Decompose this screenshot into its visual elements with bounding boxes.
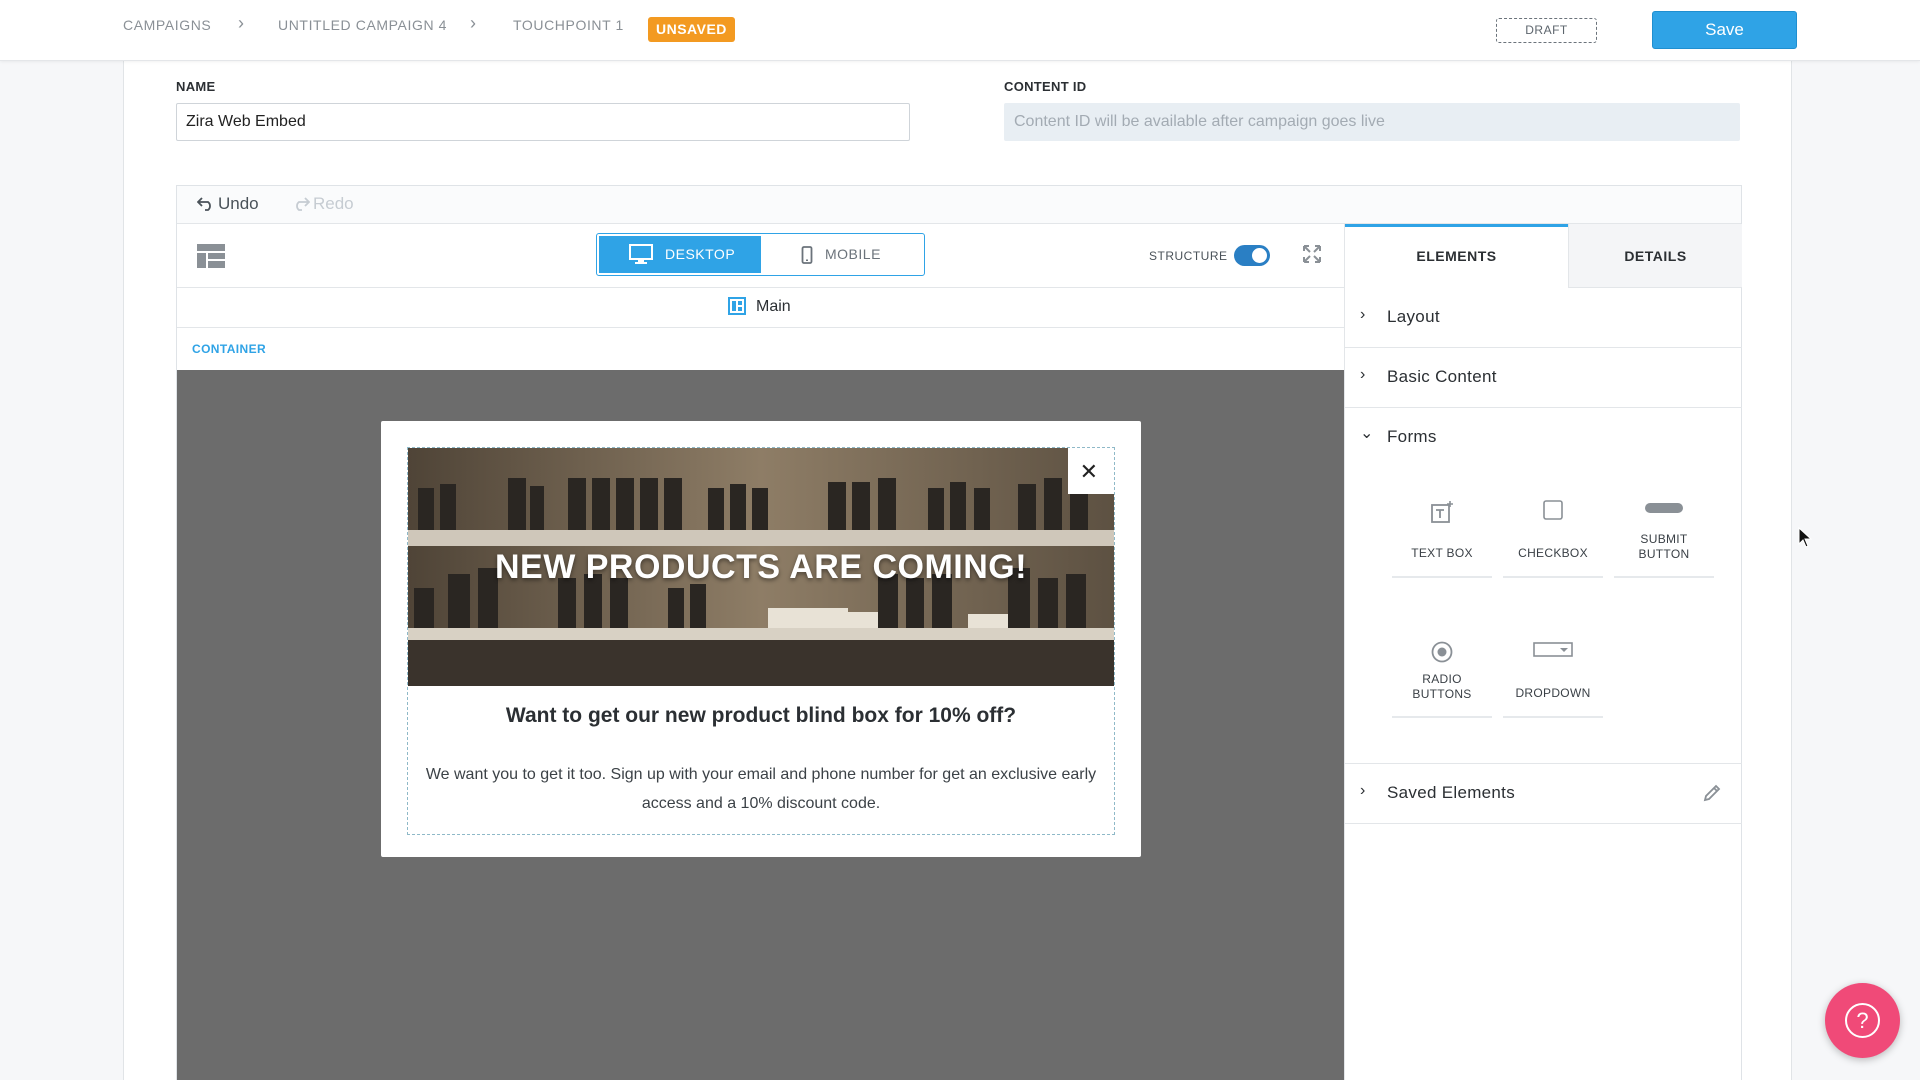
pencil-icon[interactable] <box>1702 783 1722 803</box>
redo-button[interactable]: Redo <box>292 194 354 214</box>
hero-title: NEW PRODUCTS ARE COMING! <box>494 548 1028 586</box>
tile-label: BUTTONS <box>1412 687 1472 701</box>
forms-elements: TEXT BOX CHECKBOX SUBMIT BUTTON RADIO BU… <box>1345 468 1742 764</box>
help-button[interactable]: ? <box>1825 983 1900 1058</box>
section-row[interactable]: Main <box>177 288 1344 328</box>
close-button[interactable]: ✕ <box>1068 448 1114 494</box>
text-box-icon <box>1431 501 1453 523</box>
tab-details[interactable]: DETAILS <box>1568 224 1742 288</box>
redo-icon <box>296 197 311 211</box>
section-label: Main <box>756 298 791 315</box>
dropdown-icon <box>1533 642 1573 657</box>
accordion-saved-elements[interactable]: › Saved Elements <box>1345 764 1742 824</box>
name-label: NAME <box>176 79 216 94</box>
content-editor: Undo Redo DESKTOP MOBILE STRUCTURE Main … <box>176 185 1742 1080</box>
chevron-right-icon: › <box>1360 366 1366 383</box>
structure-label: STRUCTURE <box>1149 249 1228 263</box>
desktop-view-button[interactable]: DESKTOP <box>599 236 761 273</box>
breadcrumb-campaign[interactable]: UNTITLED CAMPAIGN 4 <box>278 17 447 33</box>
chevron-right-icon: › <box>1360 306 1366 323</box>
content-id-field: Content ID will be available after campa… <box>1004 103 1740 141</box>
content-id-label: CONTENT ID <box>1004 79 1087 94</box>
save-button[interactable]: Save <box>1652 11 1797 49</box>
popup-preview[interactable]: NEW PRODUCTS ARE COMING! ✕ Want to get o… <box>381 421 1141 857</box>
chevron-right-icon: › <box>1360 782 1366 799</box>
accordion-label: Layout <box>1387 307 1440 326</box>
submit-button-icon <box>1645 503 1683 513</box>
section-layout-icon <box>728 297 746 315</box>
view-mode-toggle: DESKTOP MOBILE <box>596 233 925 276</box>
chevron-right-icon: › <box>470 13 476 33</box>
chevron-down-icon: ⌄ <box>1360 425 1374 442</box>
popup-headline: Want to get our new product blind box fo… <box>505 704 1017 727</box>
accordion-layout[interactable]: › Layout <box>1345 288 1742 348</box>
accordion-basic-content[interactable]: › Basic Content <box>1345 348 1742 408</box>
desktop-icon <box>629 244 653 264</box>
element-checkbox[interactable]: CHECKBOX <box>1503 478 1603 578</box>
radio-icon <box>1431 641 1453 663</box>
preview-stage: NEW PRODUCTS ARE COMING! ✕ Want to get o… <box>177 370 1344 1080</box>
layout-grid-icon[interactable] <box>197 244 225 268</box>
toggle-knob <box>1252 248 1267 263</box>
tile-label: DROPDOWN <box>1515 686 1591 700</box>
tile-label: TEXT BOX <box>1411 546 1473 560</box>
tile-label: RADIO <box>1422 672 1462 686</box>
chevron-right-icon: › <box>238 13 244 33</box>
name-input[interactable]: Zira Web Embed <box>176 103 910 141</box>
accordion-forms[interactable]: ⌄ Forms <box>1345 408 1742 468</box>
container-label: CONTAINER <box>192 342 267 356</box>
element-submit-button[interactable]: SUBMIT BUTTON <box>1614 478 1714 578</box>
breadcrumb-touchpoint: TOUCHPOINT 1 <box>513 17 624 33</box>
element-radio-buttons[interactable]: RADIO BUTTONS <box>1392 618 1492 718</box>
element-text-box[interactable]: TEXT BOX <box>1392 478 1492 578</box>
structure-toggle[interactable] <box>1234 245 1270 266</box>
breadcrumb-campaigns[interactable]: CAMPAIGNS <box>123 17 211 33</box>
canvas-toolbar: DESKTOP MOBILE STRUCTURE <box>177 224 1344 288</box>
mobile-view-button[interactable]: MOBILE <box>761 236 922 273</box>
help-icon: ? <box>1845 1003 1880 1038</box>
draft-status[interactable]: DRAFT <box>1496 18 1597 43</box>
undo-icon <box>196 197 211 211</box>
unsaved-badge: UNSAVED <box>648 17 735 42</box>
tile-label: BUTTON <box>1638 547 1690 561</box>
hero-image[interactable]: NEW PRODUCTS ARE COMING! ✕ <box>408 448 1114 686</box>
accordion-label: Forms <box>1387 427 1437 446</box>
accordion-label: Basic Content <box>1387 367 1497 386</box>
popup-body: We want you to get it too. Sign up with … <box>425 766 1097 812</box>
mobile-label: MOBILE <box>825 246 881 262</box>
tab-elements[interactable]: ELEMENTS <box>1345 224 1568 288</box>
container-row[interactable]: CONTAINER <box>177 328 1344 370</box>
elements-panel: ELEMENTS DETAILS › Layout › Basic Conten… <box>1344 224 1742 1080</box>
close-icon: ✕ <box>1079 459 1098 484</box>
element-dropdown[interactable]: DROPDOWN <box>1503 618 1603 718</box>
top-bar: CAMPAIGNS › UNTITLED CAMPAIGN 4 › TOUCHP… <box>0 0 1920 61</box>
canvas-area: DESKTOP MOBILE STRUCTURE Main CONTAINER … <box>177 224 1344 1080</box>
editor-card: NAME Zira Web Embed CONTENT ID Content I… <box>123 61 1792 1080</box>
mobile-icon <box>801 246 813 264</box>
checkbox-icon <box>1543 500 1563 520</box>
tile-label: CHECKBOX <box>1518 546 1588 560</box>
popup-content[interactable]: NEW PRODUCTS ARE COMING! ✕ Want to get o… <box>407 447 1115 835</box>
accordion-label: Saved Elements <box>1387 783 1515 802</box>
undo-button[interactable]: Undo <box>196 194 259 214</box>
tile-label: SUBMIT <box>1640 532 1688 546</box>
history-bar: Undo Redo <box>177 186 1741 224</box>
redo-label: Redo <box>313 194 354 213</box>
desktop-label: DESKTOP <box>665 246 736 262</box>
undo-label: Undo <box>218 194 259 213</box>
fullscreen-icon[interactable] <box>1302 244 1322 264</box>
mouse-cursor-icon <box>1798 527 1812 548</box>
